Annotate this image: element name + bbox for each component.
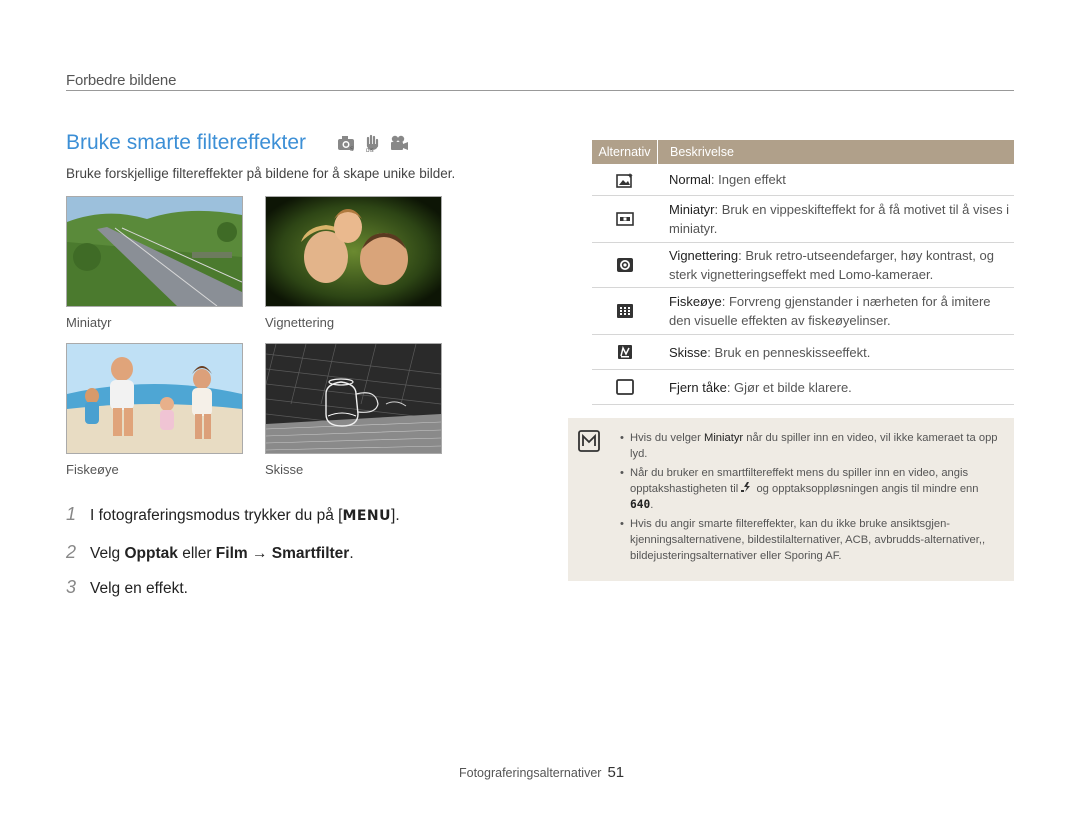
header-description: Beskrivelse: [670, 145, 734, 159]
miniature-sample-photo: [66, 196, 243, 307]
smart-auto-camera-icon: S: [338, 136, 354, 152]
header-option: Alternativ: [592, 140, 658, 164]
table-row: Vignettering: Bruk retro-utseendefarger,…: [592, 243, 1014, 288]
vignetting-sample-photo: [265, 196, 442, 307]
note-item: Hvis du angir smarte filtereffekter, kan…: [620, 516, 1000, 564]
option-desc: : Bruk en vippeskifteffekt for å få moti…: [669, 202, 1010, 236]
page-heading: Bruke smarte filtereffekter: [66, 131, 307, 154]
table-header: Alternativ Beskrivelse: [592, 140, 1014, 164]
movie-camera-icon: [391, 135, 408, 150]
photo-caption-miniature: Miniatyr: [66, 315, 112, 330]
table-row: Fjern tåke: Gjør et bilde klarere.: [592, 370, 1014, 405]
filter-options-table: Alternativ Beskrivelse Normal: Ingen eff…: [592, 140, 1014, 405]
fisheye-sample-photo: [66, 343, 243, 454]
defog-filter-icon: [615, 379, 634, 395]
dual-is-hand-icon: DIS: [366, 134, 379, 152]
table-row: Skisse: Bruk en penneskisseeffekt.: [592, 335, 1014, 370]
menu-opptak: Opptak: [124, 545, 178, 562]
step-2: 2 Velg Opptak eller Film → Smartfilter.: [66, 542, 354, 563]
note-miniatyr-term: Miniatyr: [704, 432, 744, 444]
footer-label: Fotograferingsalternativer: [459, 766, 602, 780]
note-box: Hvis du velger Miniatyr når du spiller i…: [568, 418, 1014, 581]
option-term: Fiskeøye: [669, 294, 722, 309]
option-term: Fjern tåke: [669, 379, 727, 395]
menu-key-label: MENU: [342, 508, 392, 524]
step-text-end: .: [349, 545, 354, 562]
note-item: Hvis du velger Miniatyr når du spiller i…: [620, 430, 1000, 462]
step-text-end: ].: [391, 507, 400, 524]
photo-caption-fisheye: Fiskeøye: [66, 462, 119, 477]
menu-smartfilter: Smartfilter: [271, 545, 350, 562]
step-text: I fotograferingsmodus trykker du på [: [90, 507, 343, 524]
step-text-mid: eller: [177, 545, 216, 562]
menu-film: Film: [215, 545, 248, 562]
page-number: 51: [607, 764, 625, 781]
step-number: 1: [66, 504, 77, 524]
sketch-sample-photo: [265, 343, 442, 454]
normal-filter-icon: [615, 172, 633, 188]
photo-caption-sketch: Skisse: [265, 462, 304, 477]
vignetting-filter-icon: [616, 258, 633, 272]
step-1: 1 I fotograferingsmodus trykker du på [ME…: [66, 504, 400, 525]
fisheye-filter-icon: [616, 304, 633, 318]
resolution-640: 640: [630, 498, 651, 511]
miniature-filter-icon: [615, 212, 634, 226]
option-desc: : Gjør et bilde klarere.: [726, 379, 852, 395]
svg-text:S: S: [350, 146, 354, 152]
option-term: Normal: [669, 172, 711, 187]
option-term: Skisse: [669, 344, 708, 360]
option-desc: : Ingen effekt: [710, 172, 786, 187]
intro-text: Bruke forskjellige filtereffekter på bil…: [66, 166, 456, 181]
step-text: Velg: [90, 545, 125, 562]
option-desc: : Bruk en penneskisseeffekt.: [707, 344, 871, 360]
sketch-filter-icon: [617, 345, 632, 359]
note-item: Når du bruker en smartfiltereffekt mens …: [620, 465, 1000, 513]
page-footer: Fotograferingsalternativer 51: [459, 764, 624, 781]
section-title: Forbedre bildene: [66, 72, 177, 89]
table-row: Miniatyr: Bruk en vippeskifteffekt for å…: [592, 196, 1014, 243]
step-number: 2: [66, 542, 77, 562]
note-list: Hvis du velger Miniatyr når du spiller i…: [620, 430, 1000, 567]
step-text: Velg en effekt.: [90, 580, 188, 597]
note-icon: [578, 430, 600, 457]
step-arrow: →: [247, 545, 272, 562]
table-row: Fiskeøye: Forvreng gjenstander i nærhete…: [592, 288, 1014, 335]
svg-text:DIS: DIS: [366, 148, 374, 152]
step-3: 3 Velg en effekt.: [66, 577, 188, 598]
slow-frame-icon: [741, 482, 751, 492]
option-term: Miniatyr: [669, 202, 715, 217]
mode-icons: S DIS: [337, 134, 409, 152]
step-number: 3: [66, 577, 77, 597]
photo-caption-vignetting: Vignettering: [265, 315, 335, 330]
table-row: Normal: Ingen effekt: [592, 164, 1014, 196]
section-divider: [66, 90, 1014, 91]
option-term: Vignettering: [669, 248, 739, 263]
